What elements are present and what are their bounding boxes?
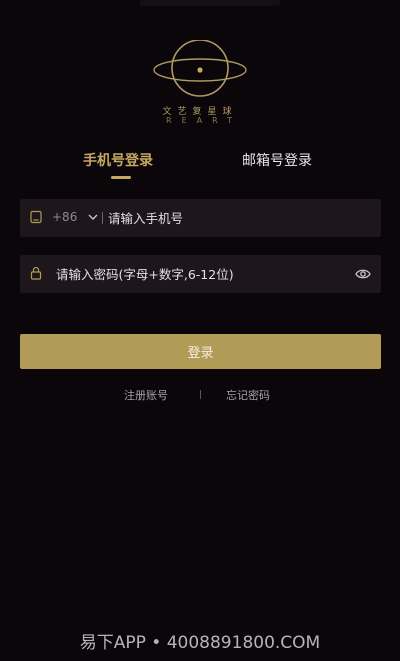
planet-logo-icon — [153, 40, 247, 97]
chevron-down-icon[interactable] — [87, 211, 99, 223]
active-tab-indicator — [111, 176, 131, 179]
eye-icon[interactable] — [355, 267, 371, 281]
register-link[interactable]: 注册账号 — [124, 387, 168, 403]
tab-email-login[interactable]: 邮箱号登录 — [242, 150, 312, 170]
login-button[interactable]: 登录 — [20, 334, 381, 369]
phone-field: +86 — [20, 199, 381, 237]
password-input[interactable] — [56, 255, 346, 293]
forgot-password-link[interactable]: 忘记密码 — [226, 387, 270, 403]
phone-icon — [30, 210, 42, 224]
phone-input[interactable] — [108, 199, 368, 237]
field-divider — [102, 212, 103, 224]
watermark: 易下APP • 4008891800.COM — [79, 633, 321, 653]
login-tabs: 手机号登录 邮箱号登录 — [0, 150, 400, 190]
lock-icon — [30, 266, 42, 280]
status-bar — [140, 0, 280, 6]
tab-phone-login[interactable]: 手机号登录 — [83, 150, 153, 170]
links-separator — [200, 390, 201, 399]
logo-name-en: REART — [166, 116, 242, 125]
password-field — [20, 255, 381, 293]
app-logo: 文艺复星球 REART — [0, 40, 400, 130]
auth-links: 注册账号 忘记密码 — [0, 387, 400, 403]
country-code[interactable]: +86 — [52, 210, 77, 224]
login-screen: 文艺复星球 REART 手机号登录 邮箱号登录 +86 登录 注册账号 — [0, 0, 400, 661]
